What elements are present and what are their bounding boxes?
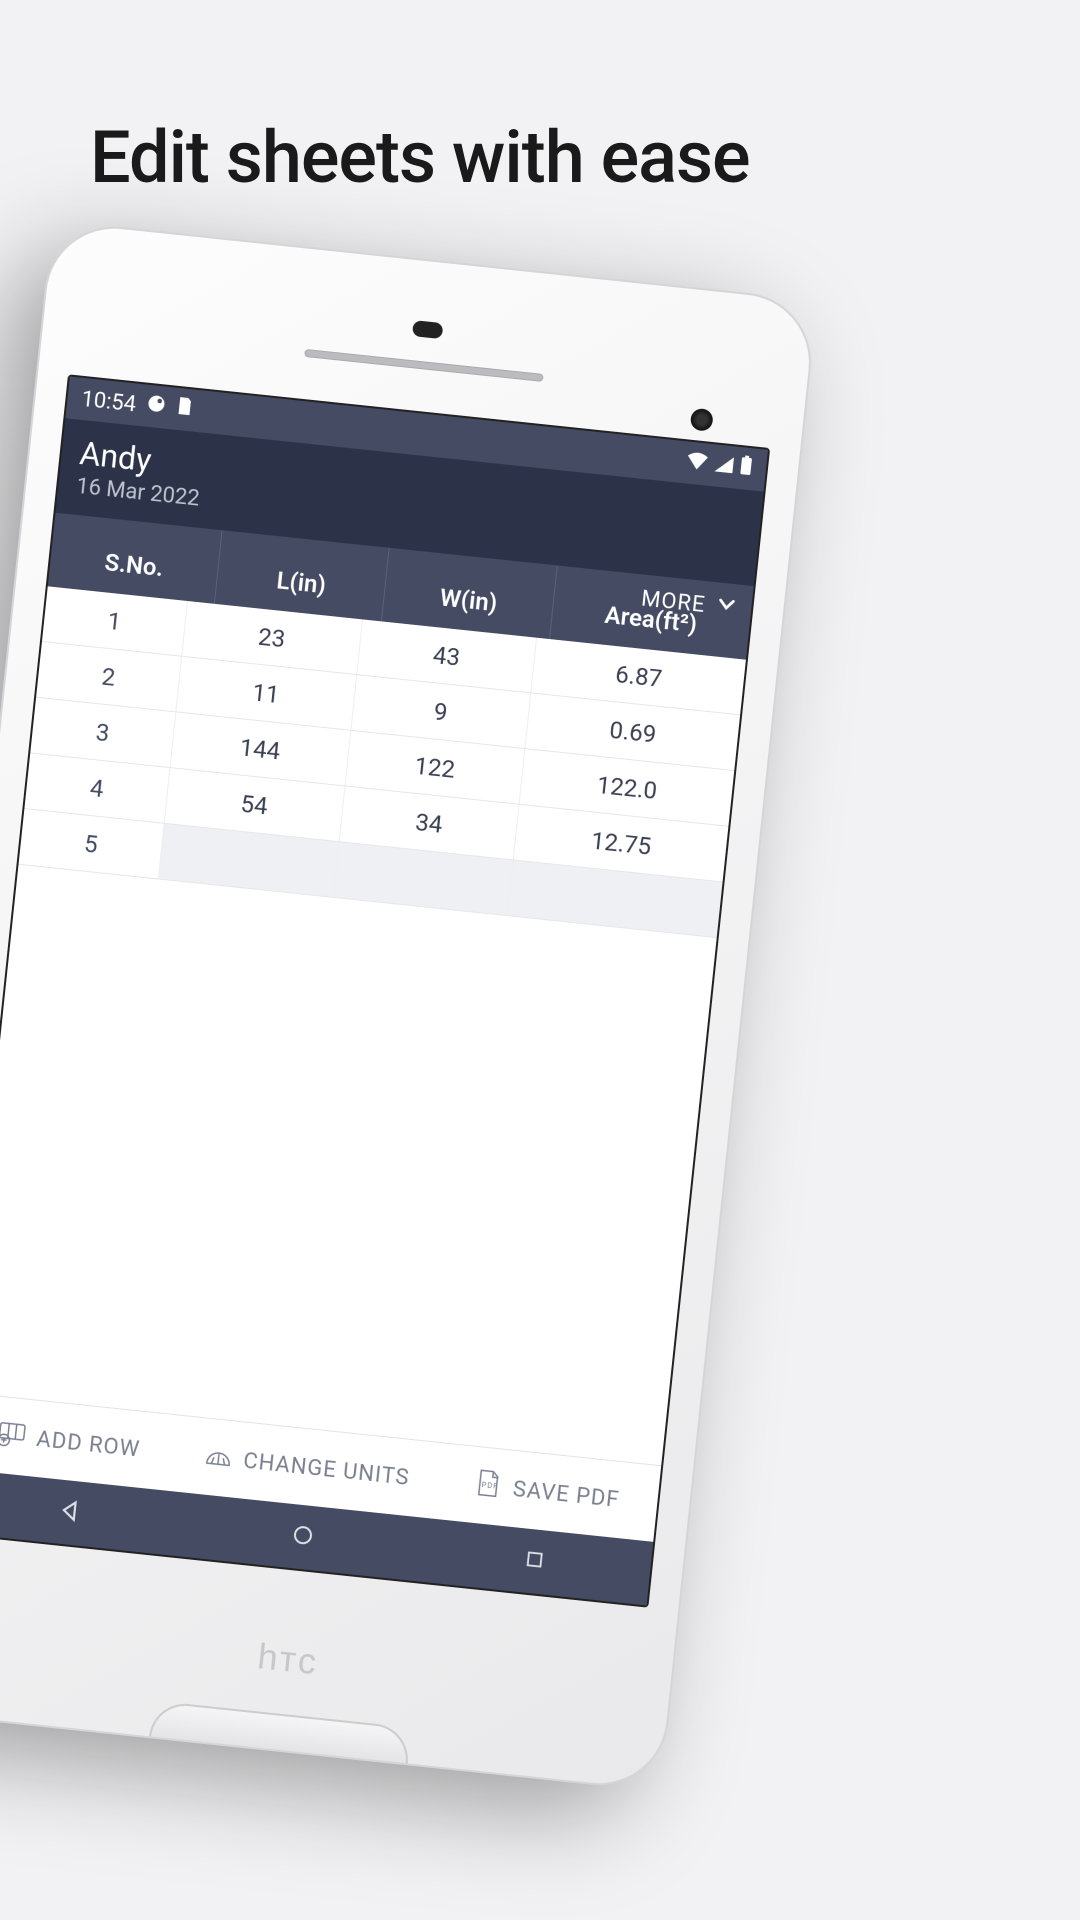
notification-icon	[145, 393, 168, 421]
screen: 10:54	[0, 374, 770, 1607]
more-label: MORE	[640, 586, 707, 618]
table-body: 1 23 43 6.87 2 11 9 0.69 3 144 122 122.0	[0, 586, 746, 1465]
protractor-icon	[202, 1438, 236, 1477]
add-row-icon	[0, 1417, 29, 1456]
nav-back-icon[interactable]	[55, 1496, 84, 1529]
nav-recent-icon[interactable]	[522, 1547, 547, 1575]
signal-icon	[713, 453, 736, 480]
change-units-label: CHANGE UNITS	[242, 1448, 411, 1490]
sd-card-icon	[174, 396, 193, 424]
status-time: 10:54	[80, 386, 137, 417]
phone-front-camera	[690, 408, 714, 432]
svg-text:PDF: PDF	[481, 1480, 498, 1491]
add-row-button[interactable]: ADD ROW	[0, 1417, 142, 1468]
nav-home-icon[interactable]	[289, 1522, 316, 1552]
add-row-label: ADD ROW	[35, 1426, 141, 1462]
promo-title: Edit sheets with ease	[90, 115, 750, 200]
change-units-button[interactable]: CHANGE UNITS	[202, 1438, 411, 1495]
wifi-icon	[685, 450, 709, 477]
phone-mockup: 10:54	[0, 220, 818, 1792]
chevron-down-icon	[714, 592, 739, 622]
save-pdf-label: SAVE PDF	[512, 1476, 621, 1512]
phone-speaker	[412, 320, 444, 339]
phone-brand-logo: hтc	[256, 1635, 321, 1683]
phone-home-button	[149, 1700, 411, 1763]
pdf-icon: PDF	[471, 1467, 505, 1506]
save-pdf-button[interactable]: PDF SAVE PDF	[471, 1467, 621, 1518]
battery-icon	[739, 455, 754, 482]
phone-earpiece	[304, 349, 544, 382]
